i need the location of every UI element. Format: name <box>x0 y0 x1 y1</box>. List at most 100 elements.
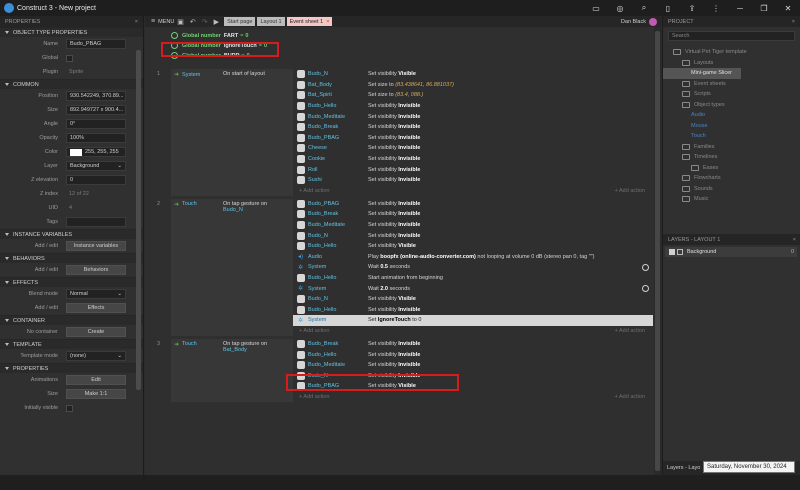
add-action-right[interactable]: + Add action <box>615 328 645 334</box>
action-row[interactable]: Budo_PBAG Set visibility Invisible <box>293 199 653 210</box>
gamepad-icon[interactable]: ◎ <box>608 4 632 13</box>
tab-start-page[interactable]: Start page <box>224 17 256 26</box>
tree-item-mouse[interactable]: Mouse <box>663 121 800 132</box>
action-row[interactable]: Budo_PBAG Set visibility Invisible <box>293 133 653 144</box>
action-row[interactable]: Budo_Hello Set visibility Visible <box>293 241 653 252</box>
add-action-right[interactable]: + Add action <box>615 188 645 194</box>
add-action-link[interactable]: + Add action + Add action <box>293 186 653 196</box>
action-row[interactable]: ✲ System Wait 0.5 seconds <box>293 262 653 273</box>
action-row[interactable]: Budo_Break Set visibility Invisible <box>293 339 653 350</box>
property-blend-mode-field[interactable]: Normal ⌄ <box>66 289 126 299</box>
action-row[interactable]: Budo_N Set visibility Visible <box>293 69 653 80</box>
event-condition[interactable]: ➜ Touch On tap gesture on Bat_Body <box>171 338 293 402</box>
event-condition[interactable]: ➜ Touch On tap gesture on Budo_N <box>171 198 293 336</box>
tree-item-flowcharts[interactable]: Flowcharts <box>663 173 800 184</box>
event-sheet-scrollbar[interactable] <box>654 27 661 475</box>
save-icon[interactable]: ▣ <box>177 18 184 26</box>
action-row[interactable]: Budo_Break Set visibility Invisible <box>293 209 653 220</box>
close-layers-icon[interactable]: × <box>793 237 796 243</box>
property-add-edit-button[interactable]: Behaviors <box>66 265 126 275</box>
section-common[interactable]: COMMON <box>0 79 143 89</box>
action-row[interactable]: Budo_Hello Set visibility Invisible <box>293 349 653 360</box>
property-size-button[interactable]: Make 1:1 <box>66 389 126 399</box>
color-swatch[interactable] <box>70 148 82 156</box>
action-row[interactable]: Cheese Set visibility Invisible <box>293 143 653 154</box>
action-row[interactable]: Bat_Spirit Set size to (83.4, 088.) <box>293 90 653 101</box>
tree-item-music[interactable]: Music <box>663 194 800 205</box>
property-z-elevation-field[interactable]: 0 <box>66 175 126 185</box>
property-checkbox[interactable] <box>66 54 73 62</box>
tab-layout-1[interactable]: Layout 1 <box>257 17 285 26</box>
more-icon[interactable]: ⋮ <box>704 4 728 13</box>
action-row[interactable]: Budo_Meditate Set visibility Invisible <box>293 220 653 231</box>
property-layer-field[interactable]: Background ⌄ <box>66 161 126 171</box>
section-instance-variables[interactable]: INSTANCE VARIABLES <box>0 229 143 239</box>
action-row[interactable]: ✲ System Wait 2.0 seconds <box>293 283 653 294</box>
section-behaviors[interactable]: BEHAVIORS <box>0 253 143 263</box>
restore-icon[interactable]: ❐ <box>752 4 776 13</box>
play-icon[interactable]: ▶ <box>214 18 219 26</box>
action-row[interactable]: Budo_Break Set visibility Invisible <box>293 122 653 133</box>
action-row[interactable]: Bat_Body Set size to (83.438641, 86.88103… <box>293 80 653 91</box>
property-tags-field[interactable] <box>66 217 126 227</box>
calendar-icon[interactable]: ▭ <box>584 4 608 13</box>
close-project-icon[interactable]: × <box>792 19 795 25</box>
add-action-link[interactable]: + Add action + Add action <box>293 392 653 402</box>
action-row[interactable]: Budo_N Set visibility Visible <box>293 294 653 305</box>
tree-item-touch[interactable]: Touch <box>663 131 800 142</box>
section-template[interactable]: TEMPLATE <box>0 339 143 349</box>
property-animations-button[interactable]: Edit <box>66 375 126 385</box>
redo-icon[interactable]: ↷ <box>202 18 208 26</box>
action-row[interactable]: Budo_Meditate Set visibility Invisible <box>293 360 653 371</box>
property-add-edit-button[interactable]: Effects <box>66 303 126 313</box>
action-row[interactable]: ✲ System Set IgnoreTouch to 0 <box>293 315 653 326</box>
document-icon[interactable]: ▯ <box>656 4 680 13</box>
property-name-field[interactable]: Budo_PBAG <box>66 39 126 49</box>
menu-button[interactable]: ≡ MENU <box>148 18 174 25</box>
tree-item-scripts[interactable]: Scripts <box>663 89 800 100</box>
tree-item-sounds[interactable]: Sounds <box>663 184 800 195</box>
close-panel-icon[interactable]: × <box>135 19 138 25</box>
property-add-edit-button[interactable]: Instance variables <box>66 241 126 251</box>
property-template-mode-field[interactable]: (none) ⌄ <box>66 351 126 361</box>
tree-item-audio[interactable]: Audio <box>663 110 800 121</box>
section-object-type-properties[interactable]: OBJECT TYPE PROPERTIES <box>0 27 143 37</box>
property-angle-field[interactable]: 0° <box>66 119 126 129</box>
event-sheet-scroll-thumb[interactable] <box>655 31 660 471</box>
action-row[interactable]: Roll Set visibility Invisible <box>293 164 653 175</box>
action-row[interactable]: Budo_Hello Start animation from beginning <box>293 273 653 284</box>
search-icon[interactable]: ⌕ <box>632 3 656 13</box>
global-variable-fart[interactable]: Global number FART = 0 <box>171 31 248 40</box>
tree-item-event-sheets[interactable]: Event sheets <box>663 79 800 90</box>
layer-row-background[interactable]: Background 0 <box>665 247 797 257</box>
lock-icon[interactable] <box>677 249 683 255</box>
action-row[interactable]: ◂) Audio Play boopfx (online-audio-convert… <box>293 252 653 263</box>
add-action-link[interactable]: + Add action + Add action <box>293 326 653 336</box>
section-container[interactable]: CONTAINER <box>0 315 143 325</box>
action-row[interactable]: Sushi Set visibility Invisible <box>293 175 653 186</box>
property-checkbox[interactable] <box>66 404 73 412</box>
property-color-field[interactable]: 255, 255, 255 <box>66 147 126 157</box>
action-row[interactable]: Budo_Hello Set visibility Invisible <box>293 101 653 112</box>
close-icon[interactable]: ✕ <box>776 4 800 13</box>
undo-icon[interactable]: ↶ <box>190 18 196 26</box>
property-size-field[interactable]: 892.949727 x 900.4... <box>66 105 126 115</box>
tree-item-eases[interactable]: Eases <box>663 163 800 174</box>
properties-scrollbar[interactable] <box>136 50 141 390</box>
property-opacity-field[interactable]: 100% <box>66 133 126 143</box>
project-search-input[interactable]: Search <box>668 31 795 41</box>
section-properties[interactable]: PROPERTIES <box>0 363 143 373</box>
property-no-container-button[interactable]: Create <box>66 327 126 337</box>
tree-item-object-types[interactable]: Object types <box>663 100 800 111</box>
tree-item-mini-game-slicer[interactable]: Mini-game Slicer <box>663 68 741 79</box>
event-condition[interactable]: ➜ System On start of layout <box>171 69 293 196</box>
tree-item-layouts[interactable]: Layouts <box>663 58 800 69</box>
share-icon[interactable]: ⇪ <box>680 4 704 13</box>
minimize-icon[interactable]: ─ <box>728 4 752 13</box>
add-action-right[interactable]: + Add action <box>615 394 645 400</box>
action-row[interactable]: Cookie Set visibility Invisible <box>293 154 653 165</box>
action-row[interactable]: Budo_Meditate Set visibility Invisible <box>293 111 653 122</box>
tree-item-virtual-pet-tiger-template[interactable]: Virtual Pet Tiger template <box>663 47 800 58</box>
action-row[interactable]: Budo_Hello Set visibility Invisible <box>293 305 653 316</box>
property-position-field[interactable]: 930.542249, 370.89... <box>66 91 126 101</box>
